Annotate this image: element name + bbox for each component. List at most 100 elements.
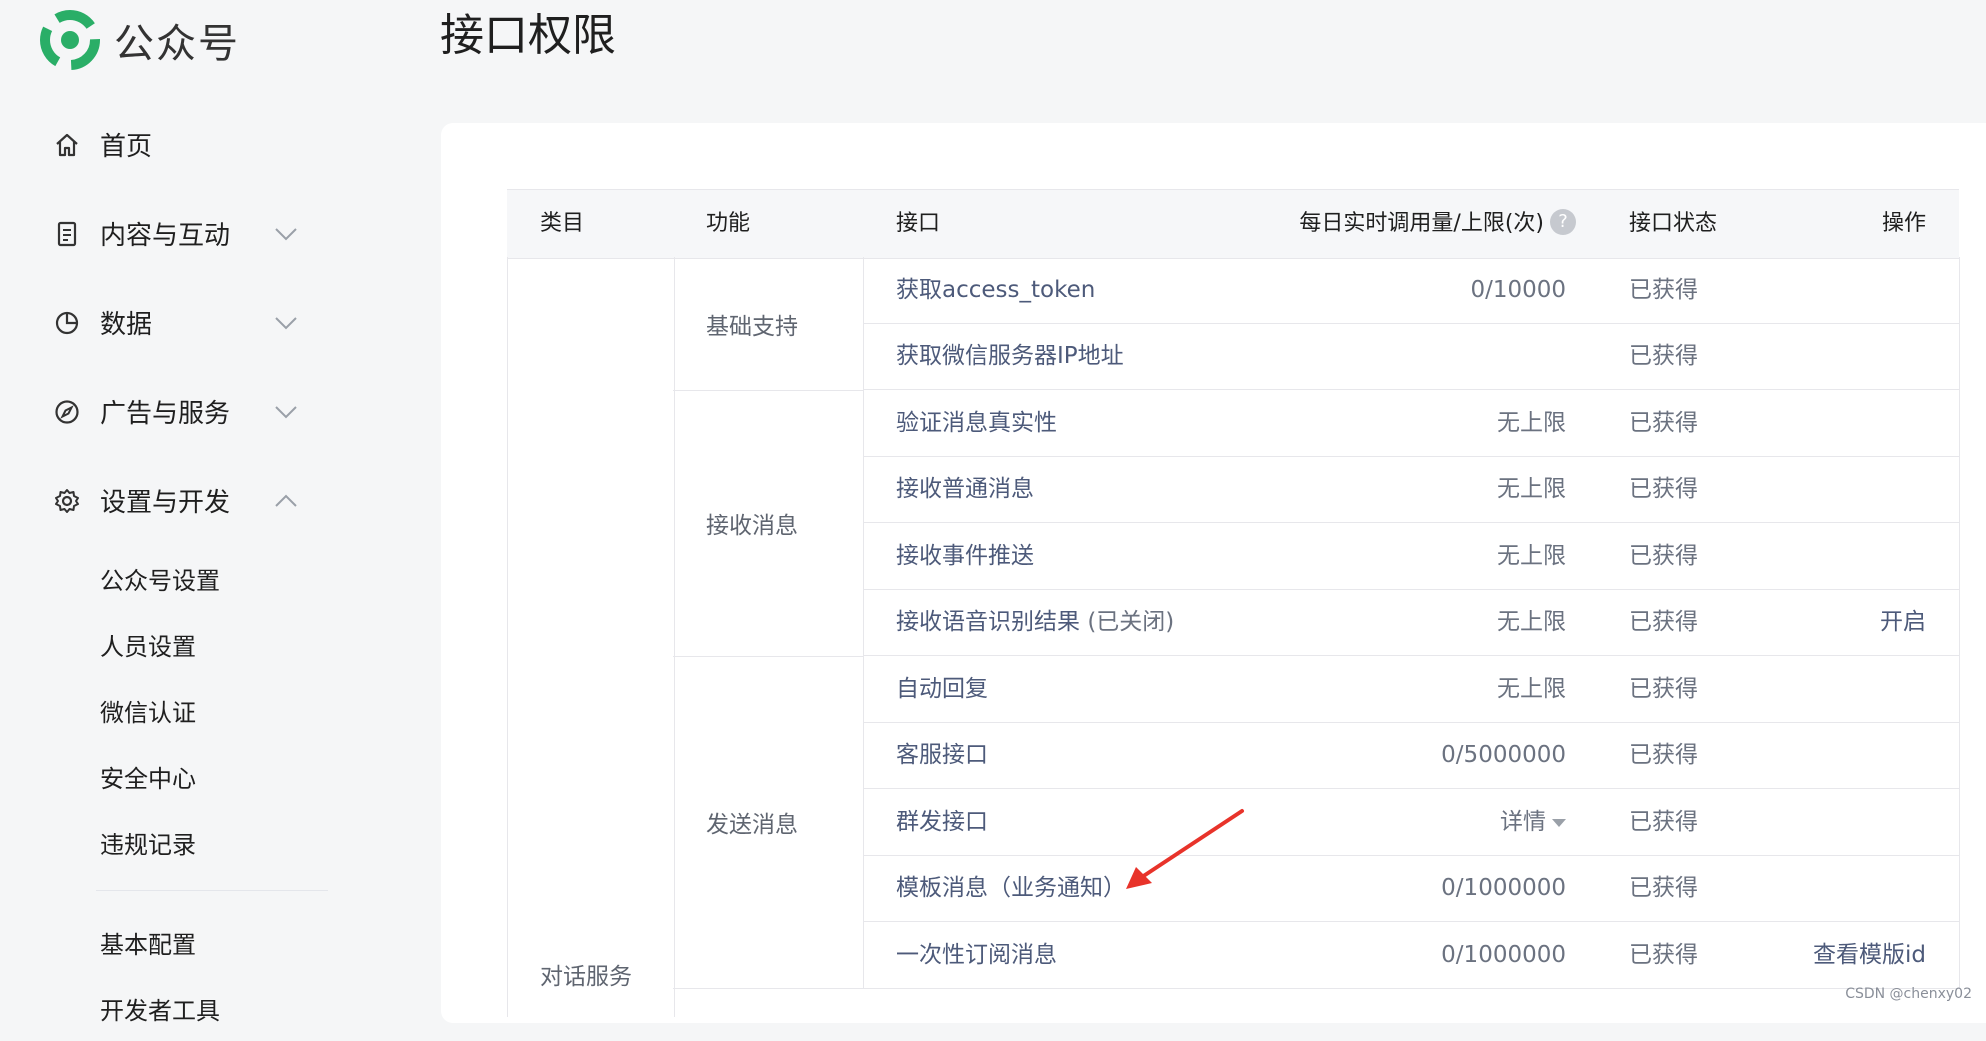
sidebar-item-content[interactable]: 内容与互动 bbox=[0, 189, 340, 278]
status-value: 已获得 bbox=[1629, 942, 1698, 968]
function-label: 接收消息 bbox=[706, 513, 798, 539]
sidebar-subitem-developer-tools[interactable]: 开发者工具 bbox=[0, 975, 340, 1041]
api-link[interactable]: 自动回复 bbox=[896, 656, 988, 722]
header-operation: 操作 bbox=[1881, 211, 1926, 236]
caret-down-icon bbox=[1552, 818, 1566, 827]
sidebar-item-data[interactable]: 数据 bbox=[0, 278, 340, 367]
sidebar-subitem-account-settings[interactable]: 公众号设置 bbox=[0, 545, 340, 611]
table-row: 接收语音识别结果 (已关闭) 无上限 已获得 开启 bbox=[863, 589, 1960, 656]
api-link[interactable]: 模板消息（业务通知） bbox=[896, 855, 1126, 921]
home-icon bbox=[52, 130, 82, 160]
api-link[interactable]: 客服接口 bbox=[896, 722, 988, 788]
sidebar-item-label: 内容与互动 bbox=[100, 221, 231, 251]
usage-value: 无上限 bbox=[1497, 543, 1566, 569]
sidebar-item-label: 首页 bbox=[100, 132, 153, 162]
function-group-receive: 接收消息 bbox=[673, 390, 864, 657]
status-value: 已获得 bbox=[1629, 609, 1698, 635]
status-value: 已获得 bbox=[1629, 410, 1698, 436]
sidebar-item-label: 数据 bbox=[100, 310, 153, 340]
status-value: 已获得 bbox=[1629, 277, 1698, 303]
usage-value: 0/10000 bbox=[1470, 277, 1566, 303]
category-label: 对话服务 bbox=[540, 964, 632, 990]
header-category: 类目 bbox=[540, 211, 585, 236]
annotation-arrow-icon bbox=[1126, 809, 1244, 889]
sidebar-item-label: 设置与开发 bbox=[100, 488, 231, 518]
help-icon[interactable]: ? bbox=[1550, 209, 1576, 235]
function-label: 基础支持 bbox=[706, 313, 798, 340]
wechat-official-account-logo-icon bbox=[40, 10, 100, 70]
header-function: 功能 bbox=[706, 211, 751, 236]
api-link[interactable]: 获取access_token bbox=[896, 257, 1095, 323]
enable-button[interactable]: 开启 bbox=[1880, 589, 1926, 655]
table-row: 验证消息真实性 无上限 已获得 bbox=[863, 390, 1960, 457]
status-value: 已获得 bbox=[1629, 476, 1698, 502]
status-value: 已获得 bbox=[1629, 543, 1698, 569]
sidebar-divider bbox=[96, 890, 328, 891]
api-link[interactable]: 接收普通消息 bbox=[896, 456, 1034, 522]
usage-value: 无上限 bbox=[1497, 609, 1566, 635]
usage-value: 无上限 bbox=[1497, 476, 1566, 502]
function-group-basic: 基础支持 bbox=[673, 257, 864, 391]
chevron-up-icon[interactable] bbox=[274, 456, 298, 545]
status-value: 已获得 bbox=[1629, 742, 1698, 768]
function-label: 发送消息 bbox=[706, 812, 798, 838]
usage-value: 0/1000000 bbox=[1441, 875, 1566, 901]
status-value: 已获得 bbox=[1629, 676, 1698, 702]
table-row: 客服接口 0/5000000 已获得 bbox=[863, 722, 1960, 789]
table-row: 群发接口 详情 已获得 bbox=[863, 789, 1960, 856]
api-link[interactable]: 获取微信服务器IP地址 bbox=[896, 323, 1124, 389]
sidebar-item-label: 广告与服务 bbox=[100, 399, 231, 429]
category-cell: 对话服务 bbox=[507, 257, 675, 1017]
table-header: 类目 功能 接口 每日实时调用量/上限(次)? 接口状态 操作 bbox=[507, 189, 1959, 259]
sidebar-subitem-security-center[interactable]: 安全中心 bbox=[0, 743, 340, 809]
table-row: 接收普通消息 无上限 已获得 bbox=[863, 456, 1960, 523]
sidebar-subitem-wechat-verification[interactable]: 微信认证 bbox=[0, 677, 340, 743]
chevron-down-icon[interactable] bbox=[274, 278, 298, 367]
pie-chart-icon bbox=[52, 308, 82, 338]
sidebar-item-ads-services[interactable]: 广告与服务 bbox=[0, 367, 340, 456]
table-row: 获取access_token 0/10000 已获得 bbox=[863, 257, 1960, 324]
usage-value: 0/5000000 bbox=[1441, 742, 1566, 768]
api-link[interactable]: 验证消息真实性 bbox=[896, 390, 1057, 456]
api-name: 接收语音识别结果 bbox=[896, 609, 1080, 635]
usage-value: 无上限 bbox=[1497, 410, 1566, 436]
table-row: 接收事件推送 无上限 已获得 bbox=[863, 523, 1960, 590]
dev-submenu: 基本配置 开发者工具 bbox=[0, 909, 340, 1041]
gear-icon bbox=[52, 486, 82, 516]
chevron-down-icon[interactable] bbox=[274, 367, 298, 456]
api-closed-note: (已关闭) bbox=[1087, 609, 1175, 635]
sidebar-subitem-member-settings[interactable]: 人员设置 bbox=[0, 611, 340, 677]
app-name: 公众号 bbox=[114, 21, 240, 67]
table-row: 一次性订阅消息 0/1000000 已获得 查看模版id bbox=[863, 922, 1960, 989]
watermark: CSDN @chenxy02 bbox=[1845, 986, 1972, 1002]
view-template-id-button[interactable]: 查看模版id bbox=[1813, 922, 1926, 988]
table-row: 自动回复 无上限 已获得 bbox=[863, 656, 1960, 723]
header-usage-label: 每日实时调用量/上限(次) bbox=[1299, 211, 1544, 236]
sidebar-subitem-violation-records[interactable]: 违规记录 bbox=[0, 809, 340, 875]
status-value: 已获得 bbox=[1629, 809, 1698, 835]
header-api: 接口 bbox=[896, 211, 941, 236]
compass-icon bbox=[52, 397, 82, 427]
details-label: 详情 bbox=[1500, 809, 1546, 835]
status-value: 已获得 bbox=[1629, 343, 1698, 369]
api-link[interactable]: 一次性订阅消息 bbox=[896, 922, 1057, 988]
header-status: 接口状态 bbox=[1629, 211, 1718, 236]
sidebar-item-settings-dev[interactable]: 设置与开发 bbox=[0, 456, 340, 545]
table-row: 模板消息（业务通知） 0/1000000 已获得 bbox=[863, 855, 1960, 922]
document-icon bbox=[52, 219, 82, 249]
page-title: 接口权限 bbox=[440, 10, 616, 61]
status-value: 已获得 bbox=[1629, 875, 1698, 901]
settings-submenu: 公众号设置 人员设置 微信认证 安全中心 违规记录 bbox=[0, 545, 340, 875]
usage-value: 0/1000000 bbox=[1441, 942, 1566, 968]
table-row: 获取微信服务器IP地址 已获得 bbox=[863, 323, 1960, 390]
chevron-down-icon[interactable] bbox=[274, 189, 298, 278]
api-link[interactable]: 接收语音识别结果 (已关闭) bbox=[896, 589, 1174, 655]
details-dropdown[interactable]: 详情 bbox=[1500, 789, 1566, 855]
api-link[interactable]: 群发接口 bbox=[896, 789, 988, 855]
sidebar-item-home[interactable]: 首页 bbox=[0, 100, 340, 189]
app-logo[interactable]: 公众号 bbox=[40, 10, 240, 70]
sidebar-nav: 首页 内容与互动 数据 广告与服务 设置与开发 公众号设置 人员设置 微信认证 … bbox=[0, 100, 340, 1041]
function-group-send: 发送消息 bbox=[673, 656, 864, 989]
sidebar-subitem-basic-config[interactable]: 基本配置 bbox=[0, 909, 340, 975]
api-link[interactable]: 接收事件推送 bbox=[896, 523, 1034, 589]
